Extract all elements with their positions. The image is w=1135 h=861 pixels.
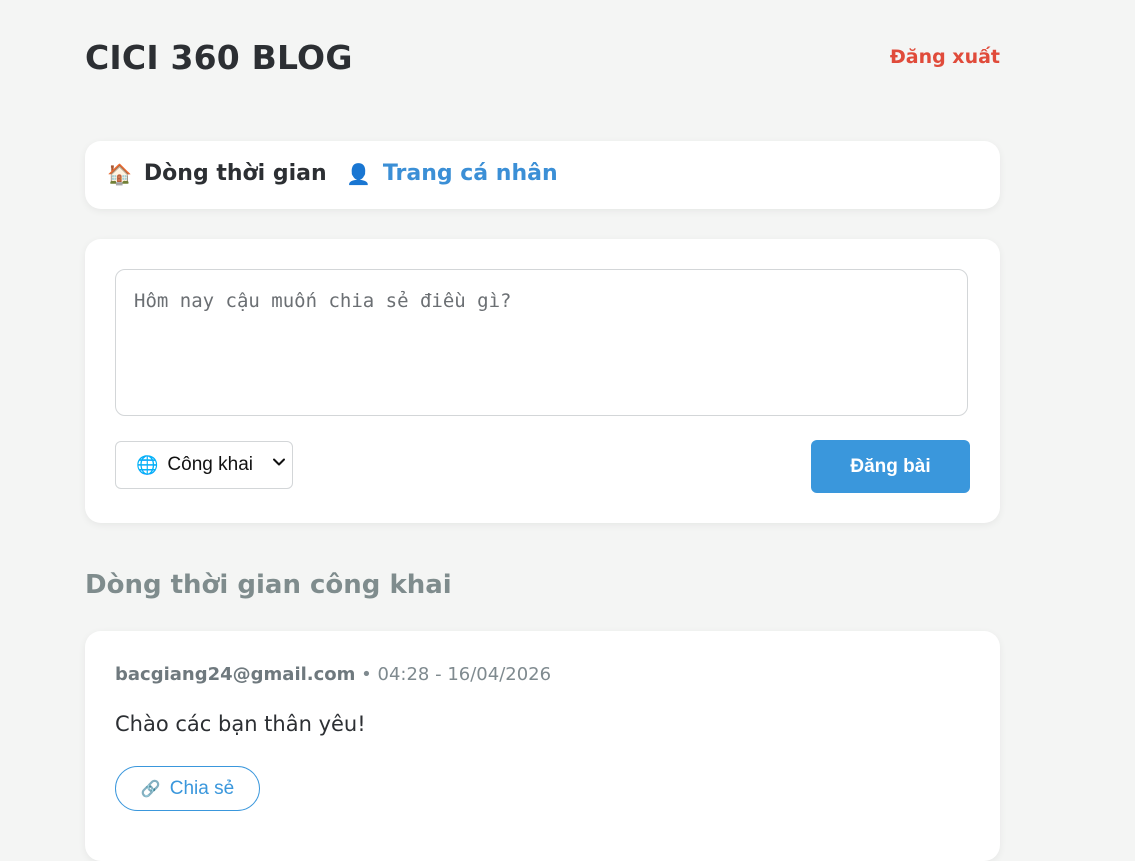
- user-icon: 👤: [346, 161, 371, 186]
- share-label: Chia sẻ: [169, 777, 235, 799]
- site-title: CICI 360 BLOG: [85, 38, 353, 77]
- post-card: bacgiang24@gmail.com • 04:28 - 16/04/202…: [85, 631, 1000, 861]
- logout-link[interactable]: Đăng xuất: [890, 46, 1000, 68]
- post-meta: bacgiang24@gmail.com • 04:28 - 16/04/202…: [115, 664, 551, 685]
- header: CICI 360 BLOG Đăng xuất: [85, 38, 1000, 82]
- post-timestamp: 04:28 - 16/04/2026: [377, 664, 552, 685]
- nav-bar: 🏠 Dòng thời gian 👤 Trang cá nhân: [85, 141, 1000, 209]
- nav-item-profile[interactable]: 👤 Trang cá nhân: [346, 161, 558, 186]
- globe-icon: 🌐: [136, 454, 159, 475]
- nav-item-timeline[interactable]: 🏠 Dòng thời gian: [107, 161, 327, 186]
- post-button[interactable]: Đăng bài: [811, 440, 970, 493]
- house-icon: 🏠: [107, 161, 132, 186]
- nav-item-timeline-label: Dòng thời gian: [143, 161, 327, 186]
- composer-card: Hôm nay cậu muốn chia sẻ điều gì? 🌐 Công…: [85, 239, 1000, 523]
- meta-separator: •: [361, 664, 372, 685]
- post-author: bacgiang24@gmail.com: [115, 664, 356, 685]
- privacy-selected-value: Công khai: [167, 454, 253, 475]
- privacy-select[interactable]: 🌐 Công khai: [115, 441, 293, 489]
- post-textarea[interactable]: Hôm nay cậu muốn chia sẻ điều gì?: [115, 269, 968, 416]
- share-button[interactable]: 🔗 Chia sẻ: [115, 766, 260, 811]
- post-content: Chào các bạn thân yêu!: [115, 712, 366, 736]
- nav-item-profile-label: Trang cá nhân: [382, 161, 558, 186]
- feed-title: Dòng thời gian công khai: [85, 570, 452, 600]
- chevron-down-icon: [273, 458, 285, 466]
- link-icon: 🔗: [140, 780, 161, 798]
